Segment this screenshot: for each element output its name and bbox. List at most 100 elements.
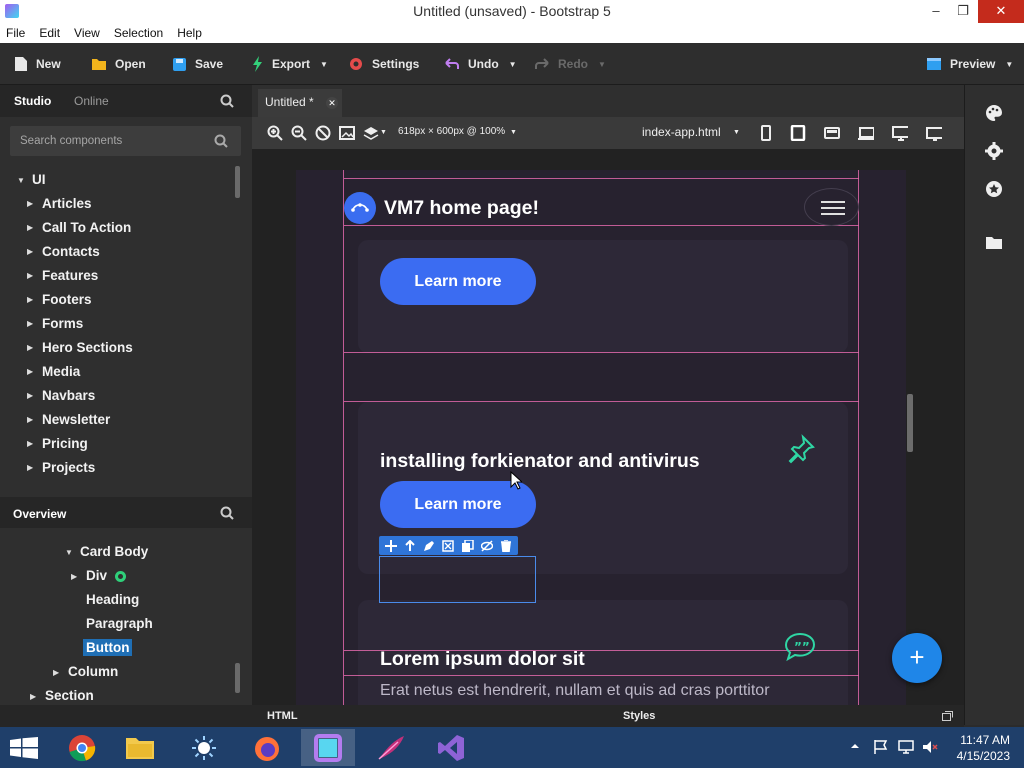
overview-item-div[interactable]: Div [86,568,107,583]
tree-item-articles[interactable]: Articles [42,196,92,211]
taskbar-firefox[interactable] [240,729,294,766]
overview-item-card-body[interactable]: Card Body [80,544,148,559]
tree-item-contacts[interactable]: Contacts [42,244,100,259]
collapse-arrow-icon[interactable]: ▶ [27,199,33,208]
tab-untitled[interactable]: Untitled * ✕ [258,89,342,117]
taskbar-feather-app[interactable] [364,729,418,766]
tree-item-newsletter[interactable]: Newsletter [42,412,110,427]
widescreen-icon[interactable] [926,125,942,141]
tree-item-projects[interactable]: Projects [42,460,95,475]
collapse-arrow-icon[interactable]: ▶ [53,668,59,677]
trash-icon[interactable] [500,539,512,552]
tree-item-forms[interactable]: Forms [42,316,83,331]
tree-item-call-to-action[interactable]: Call To Action [42,220,131,235]
windows-start-icon[interactable] [10,737,38,759]
collapse-arrow-icon[interactable]: ▶ [27,223,33,232]
collapse-arrow-icon[interactable]: ▶ [27,271,33,280]
phone-icon[interactable] [758,125,774,141]
resize-icon[interactable] [442,539,455,552]
overview-item-button[interactable]: Button [83,639,133,656]
brand-logo-icon[interactable] [344,192,376,224]
expand-panel-icon[interactable] [942,711,953,721]
palette-icon[interactable] [985,104,1003,122]
tab-studio[interactable]: Studio [14,94,51,108]
component-search-input[interactable]: Search components [10,126,241,156]
taskbar-sun-app[interactable] [178,729,232,766]
tree-item-ui[interactable]: UI [32,172,46,187]
collapse-arrow-icon[interactable]: ▶ [27,463,33,472]
layers-icon[interactable] [363,125,379,141]
desktop-icon[interactable] [892,125,908,141]
tab-online[interactable]: Online [74,94,109,108]
taskbar-bootstrap-studio[interactable] [301,729,355,766]
overview-item-column[interactable]: Column [68,664,118,679]
image-icon[interactable] [339,125,355,141]
card-3-paragraph[interactable]: Erat netus est hendrerit, nullam et quis… [380,682,770,700]
styles-panel-tab[interactable]: Styles [623,710,655,722]
collapse-arrow-icon[interactable]: ▶ [27,439,33,448]
close-tab-icon[interactable]: ✕ [326,97,338,109]
folder-icon[interactable] [985,235,1003,253]
expand-arrow-icon[interactable]: ▼ [17,176,25,185]
collapse-arrow-icon[interactable]: ▶ [27,319,33,328]
menu-help[interactable]: Help [177,26,202,40]
collapse-arrow-icon[interactable]: ▶ [27,367,33,376]
chevron-down-icon[interactable]: ▼ [510,129,517,136]
menu-selection[interactable]: Selection [114,26,163,40]
tree-item-footers[interactable]: Footers [42,292,92,307]
canvas-scrollbar[interactable] [907,394,913,452]
search-icon[interactable] [220,94,234,108]
collapse-arrow-icon[interactable]: ▶ [27,415,33,424]
tree-item-media[interactable]: Media [42,364,80,379]
taskbar-clock[interactable]: 11:47 AM 4/15/2023 [957,732,1010,764]
zoom-out-icon[interactable] [291,125,307,141]
overview-item-paragraph[interactable]: Paragraph [86,616,153,631]
move-icon[interactable] [384,539,397,552]
close-button[interactable]: ✕ [978,0,1024,23]
restore-button[interactable]: ❐ [948,0,978,23]
taskbar-file-explorer[interactable] [114,729,168,766]
volume-muted-icon[interactable] [922,739,938,755]
canvas-size-readout[interactable]: 618px × 600px @ 100% [398,126,505,137]
export-button[interactable]: Export ▼ [252,53,328,75]
collapse-arrow-icon[interactable]: ▶ [27,247,33,256]
collapse-arrow-icon[interactable]: ▶ [30,692,36,701]
arrow-up-icon[interactable] [404,539,416,552]
tree-item-features[interactable]: Features [42,268,98,283]
laptop-icon[interactable] [858,125,874,141]
open-button[interactable]: Open [91,53,146,75]
search-icon[interactable] [220,506,234,520]
menu-view[interactable]: View [74,26,100,40]
minimize-button[interactable]: – [921,0,951,23]
preview-button[interactable]: Preview ▼ [926,53,1013,75]
network-icon[interactable] [898,739,914,755]
new-button[interactable]: New [14,53,61,75]
menu-edit[interactable]: Edit [39,26,60,40]
save-button[interactable]: Save [172,53,223,75]
components-scrollbar[interactable] [235,166,240,198]
tree-item-navbars[interactable]: Navbars [42,388,95,403]
hide-icon[interactable] [481,539,494,552]
page-preview[interactable]: VM7 home page! Learn more installing for… [296,170,906,705]
copy-icon[interactable] [461,539,474,552]
menu-file[interactable]: File [6,26,25,40]
overview-item-section[interactable]: Section [45,688,94,703]
selected-element-outline[interactable] [379,556,536,603]
settings-button[interactable]: Settings [348,53,419,75]
pencil-icon[interactable] [423,540,435,552]
card-3-heading[interactable]: Lorem ipsum dolor sit [380,648,585,671]
chevron-down-icon[interactable]: ▼ [380,129,387,136]
gear-icon[interactable] [985,142,1003,160]
tablet-landscape-icon[interactable] [824,125,840,141]
undo-button[interactable]: Undo ▼ [444,53,517,75]
taskbar-chrome[interactable] [56,729,110,766]
redo-button[interactable]: Redo ▼ [534,53,606,75]
card-2-heading[interactable]: installing forkienator and antivirus [380,450,700,473]
tray-chevron-up-icon[interactable] [850,741,860,751]
html-panel-tab[interactable]: HTML [267,710,298,722]
rotate-icon[interactable] [315,125,331,141]
overview-item-heading[interactable]: Heading [86,592,139,607]
brand-title[interactable]: VM7 home page! [384,197,539,220]
chevron-down-icon[interactable]: ▼ [733,129,740,136]
tree-item-hero-sections[interactable]: Hero Sections [42,340,133,355]
